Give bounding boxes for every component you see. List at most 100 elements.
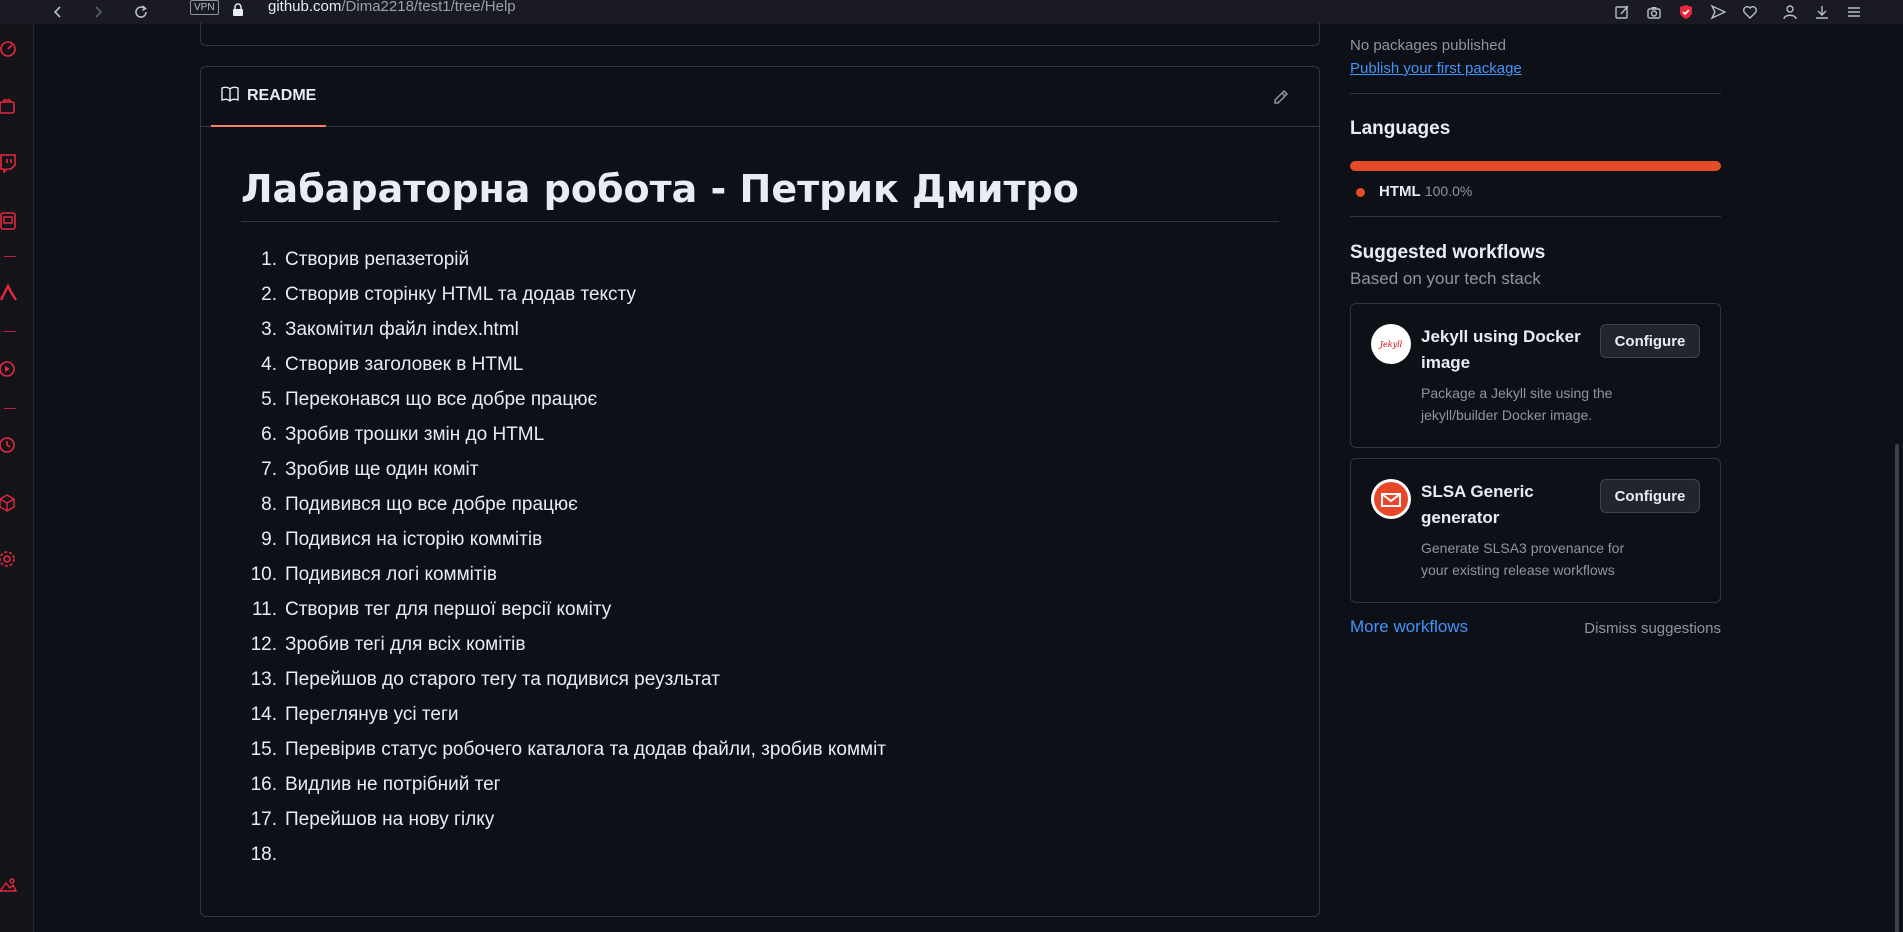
list-item-number: 7. xyxy=(261,459,277,480)
packages-status: No packages published xyxy=(1350,37,1506,54)
list-item-number: 8. xyxy=(261,494,277,515)
forward-icon[interactable] xyxy=(88,2,108,22)
more-workflows-link[interactable]: More workflows xyxy=(1350,617,1468,637)
list-item-number: 3. xyxy=(261,319,277,340)
player-icon[interactable] xyxy=(0,358,34,380)
readme-title: Лабараторна робота - Петрик Дмитро xyxy=(241,167,1279,222)
dismiss-suggestions-link[interactable]: Dismiss suggestions xyxy=(1584,620,1721,637)
shopping-icon[interactable] xyxy=(0,96,34,118)
list-item: 13. Перейшов до старого тегу та подивися … xyxy=(241,662,1279,697)
language-percent: 100.0% xyxy=(1424,183,1473,199)
download-icon[interactable] xyxy=(1813,3,1831,21)
list-item-number: 1. xyxy=(261,249,277,270)
list-item-text: Перейшов до старого тегу та подивися реу… xyxy=(285,669,720,690)
page-scrollbar[interactable] xyxy=(1889,24,1903,932)
aria-icon[interactable] xyxy=(0,282,34,304)
language-item-html[interactable]: HTML 100.0% xyxy=(1350,183,1721,200)
workflow-card-slsa: SLSA Generic generator Generate SLSA3 pr… xyxy=(1350,458,1721,603)
list-item: 14. Переглянув усі теги xyxy=(241,697,1279,732)
sidebar-separator xyxy=(4,331,16,332)
list-item-text: Створив репазеторій xyxy=(285,249,470,270)
vpn-badge[interactable]: VPN xyxy=(190,0,219,15)
list-item-number: 10. xyxy=(250,564,277,585)
account-icon[interactable] xyxy=(1781,3,1799,21)
extensions-icon[interactable] xyxy=(0,492,34,514)
list-item-number: 4. xyxy=(261,354,277,375)
list-item-number: 5. xyxy=(261,389,277,410)
toolbar-icons xyxy=(1613,0,1863,24)
list-item-text: Перейшов на нову гілку xyxy=(285,809,495,830)
list-item-number: 11. xyxy=(251,599,277,620)
readme-tab-label: README xyxy=(247,87,317,104)
list-item: 15. Перевірив статус робочего каталога та… xyxy=(241,732,1279,767)
list-item-text: Переконався що все добре працює xyxy=(285,389,598,410)
languages-heading: Languages xyxy=(1350,118,1451,139)
publish-package-link[interactable]: Publish your first package xyxy=(1350,60,1721,77)
adblock-shield-icon[interactable] xyxy=(1677,3,1695,21)
list-item-number: 6. xyxy=(261,424,277,445)
section-divider xyxy=(1350,216,1721,217)
send-icon[interactable] xyxy=(1709,3,1727,21)
repo-sidebar: No packages published Publish your first… xyxy=(1350,24,1721,653)
list-item-text: Подивися на історію коммітів xyxy=(285,529,543,550)
list-item-text: Зробив ще один коміт xyxy=(285,459,479,480)
list-item-number: 16. xyxy=(250,774,277,795)
scrollbar-thumb[interactable] xyxy=(1895,444,1899,932)
readme-header: README xyxy=(201,67,1319,127)
sidebar-setup-icon[interactable] xyxy=(0,876,34,898)
twitch-icon[interactable] xyxy=(0,152,34,174)
browser-sidebar xyxy=(0,24,34,932)
workflow-description: Package a Jekyll site using the jekyll/b… xyxy=(1421,385,1613,423)
camera-icon[interactable] xyxy=(1645,3,1663,21)
list-item: 6. Зробив трошки змін до HTML xyxy=(241,417,1279,452)
list-item: 18. xyxy=(241,837,1279,872)
reload-icon[interactable] xyxy=(131,2,151,22)
speed-dial-icon[interactable] xyxy=(0,38,34,60)
workflow-title[interactable]: Jekyll using Docker image xyxy=(1421,324,1591,376)
back-icon[interactable] xyxy=(48,2,68,22)
list-item-text: Закомітил файл index.html xyxy=(285,319,519,340)
list-item: 10. Подивився логі коммітів xyxy=(241,557,1279,592)
list-item: 9. Подивися на історію коммітів xyxy=(241,522,1279,557)
settings-gear-icon[interactable] xyxy=(0,548,34,570)
tab-readme[interactable]: README xyxy=(211,67,327,127)
configure-button[interactable]: Configure xyxy=(1600,324,1700,358)
menu-icon[interactable] xyxy=(1845,3,1863,21)
list-item-text: Подивився логі коммітів xyxy=(285,564,497,585)
address-bar[interactable]: github.com/Dima2218/test1/tree/Help xyxy=(268,0,516,15)
jekyll-logo-text: Jekyll xyxy=(1379,339,1403,349)
sidebar-separator xyxy=(4,256,16,257)
list-item-text xyxy=(281,837,285,872)
workflows-footer: More workflows Dismiss suggestions xyxy=(1350,613,1721,653)
snapshot-edit-icon[interactable] xyxy=(1613,3,1631,21)
list-item: 4. Створив заголовек в HTML xyxy=(241,347,1279,382)
section-divider xyxy=(1350,93,1721,94)
game-icon[interactable] xyxy=(0,210,34,232)
list-item-number: 14. xyxy=(250,704,277,725)
jekyll-logo-icon: Jekyll xyxy=(1371,324,1411,364)
list-item-text: Створив сторінку HTML та додав тексту xyxy=(285,284,636,305)
readme-content: Лабараторна робота - Петрик Дмитро 1. Ств… xyxy=(201,127,1319,872)
list-item-number: 18. xyxy=(250,844,277,865)
heart-icon[interactable] xyxy=(1741,3,1759,21)
workflow-card-jekyll: Jekyll Jekyll using Docker image Package… xyxy=(1350,303,1721,448)
list-item: 7. Зробив ще один коміт xyxy=(241,452,1279,487)
edit-pencil-icon[interactable] xyxy=(1269,85,1293,109)
history-icon[interactable] xyxy=(0,434,34,456)
book-icon xyxy=(221,86,239,107)
configure-button[interactable]: Configure xyxy=(1600,479,1700,513)
language-bar xyxy=(1350,161,1721,171)
list-item-number: 12. xyxy=(250,634,277,655)
list-item-text: Подивився що все добре працює xyxy=(285,494,578,515)
url-path: /Dima2218/test1/tree/Help xyxy=(341,0,516,15)
workflow-title[interactable]: SLSA Generic generator xyxy=(1421,479,1591,531)
list-item: 17. Перейшов на нову гілку xyxy=(241,802,1279,837)
list-item-text: Зробив трошки змін до HTML xyxy=(285,424,545,445)
slsa-logo-icon xyxy=(1371,479,1411,519)
list-item-text: Перевірив статус робочего каталога та до… xyxy=(285,739,887,760)
list-item: 5. Переконався що все добре працює xyxy=(241,382,1279,417)
list-item-text: Видлив не потрібний тег xyxy=(285,774,501,795)
readme-card: README Лабараторна робота - Петрик Дмитр… xyxy=(200,66,1320,917)
sidebar-separator xyxy=(4,408,16,409)
url-host: github.com xyxy=(268,0,342,15)
